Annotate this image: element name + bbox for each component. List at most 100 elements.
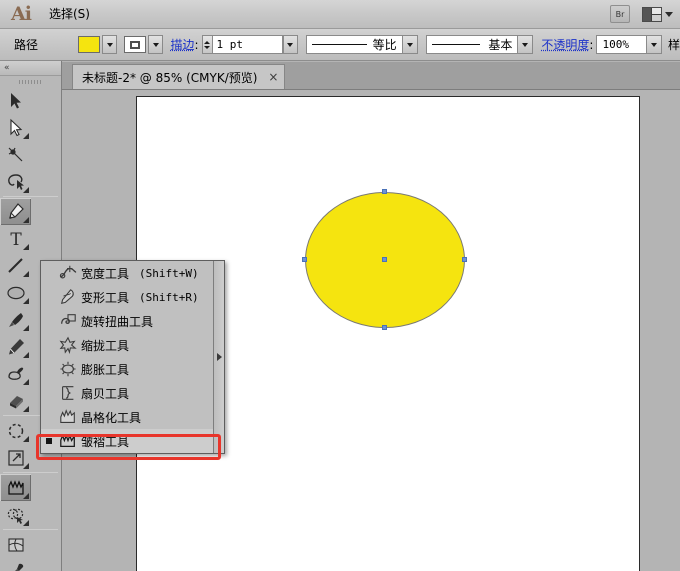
stroke-profile-dropdown[interactable] [401, 36, 417, 53]
flyout-item-label: 宽度工具 [81, 266, 130, 281]
stroke-weight-control[interactable]: 1 pt [201, 35, 298, 54]
bloat-tool-icon [55, 360, 81, 378]
chevron-down-icon [665, 11, 673, 17]
document-tab-bar: 未标题-2* @ 85% (CMYK/预览) × [62, 62, 680, 90]
scale-tool[interactable] [0, 444, 31, 471]
eraser-tool[interactable] [0, 387, 31, 414]
control-bar: 路径 描边 : 1 pt 等比 基本 不透明度: 100% 样 [0, 29, 680, 61]
blob-brush-tool[interactable] [0, 360, 31, 387]
flyout-pucker-tool[interactable]: 缩拢工具 [41, 333, 224, 357]
chevron-down-icon [152, 42, 159, 47]
ellipse-tool[interactable] [0, 279, 31, 306]
tool-flyout-indicator-icon [23, 325, 29, 331]
stroke-swatch-group[interactable] [124, 35, 164, 54]
svg-text:T: T [10, 230, 22, 249]
tool-flyout-indicator-icon [23, 493, 29, 499]
close-icon[interactable]: × [268, 70, 278, 84]
opacity-label[interactable]: 不透明度 [541, 36, 589, 53]
selection-tool[interactable] [0, 87, 31, 114]
lasso-tool[interactable] [0, 168, 31, 195]
brush-dropdown[interactable] [517, 36, 533, 53]
flyout-item-label: 晶格化工具 [81, 410, 142, 425]
stroke-weight-dropdown[interactable] [282, 35, 298, 54]
tool-flyout-indicator-icon [23, 217, 29, 223]
flyout-item-label: 变形工具 [81, 290, 130, 305]
chevron-down-icon [406, 42, 413, 47]
active-tool-bullet-icon [43, 438, 55, 444]
flyout-twirl-tool[interactable]: 旋转扭曲工具 [41, 309, 224, 333]
workspace-icon [642, 6, 662, 22]
shape-builder-tool[interactable] [0, 501, 31, 528]
brush-definition-combo[interactable]: 基本 [425, 35, 534, 54]
flyout-scallop-tool[interactable]: 扇贝工具 [41, 381, 224, 405]
flyout-item-label: 旋转扭曲工具 [81, 314, 154, 329]
tool-flyout-indicator-icon [23, 379, 29, 385]
tool-flyout-indicator-icon [23, 133, 29, 139]
magic-wand-tool[interactable] [0, 141, 31, 168]
workspace-switcher[interactable] [642, 6, 673, 22]
bridge-icon[interactable]: Br [610, 5, 630, 23]
document-tab-title: 未标题-2* @ 85% (CMYK/预览) [82, 70, 258, 85]
stroke-profile-value: 等比 [372, 38, 397, 52]
menu-select[interactable]: 选择(S) [42, 0, 101, 29]
stroke-profile-combo[interactable]: 等比 [305, 35, 418, 54]
stroke-dropdown-button[interactable] [148, 35, 164, 54]
flyout-width-tool[interactable]: 宽度工具 (Shift+W) [41, 261, 224, 285]
stroke-weight-label[interactable]: 描边 [170, 36, 194, 53]
stroke-weight-stepper[interactable] [201, 35, 213, 54]
profile-line-icon [311, 44, 367, 45]
flyout-warp-tool[interactable]: 变形工具 (Shift+R) [41, 285, 224, 309]
width-tool-icon [55, 264, 81, 282]
tool-flyout-indicator-icon [23, 520, 29, 526]
wrinkle-tool-icon [55, 432, 81, 450]
selection-type-label: 路径 [14, 38, 39, 52]
style-label: 样 [668, 38, 680, 52]
flyout-crystallize-tool[interactable]: 晶格化工具 [41, 405, 224, 429]
chevron-down-icon [106, 42, 113, 47]
line-segment-tool[interactable] [0, 252, 31, 279]
tools-panel-collapse-button[interactable]: « [0, 61, 61, 76]
flyout-rows: 宽度工具 (Shift+W) 变形工具 (Shift+R) 旋转扭曲工具缩拢工具膨胀工具… [41, 261, 224, 453]
scallop-tool-icon [55, 384, 81, 402]
stroke-weight-value[interactable]: 1 pt [212, 35, 283, 54]
pen-tool[interactable] [0, 198, 31, 225]
opacity-combo[interactable]: 100% [596, 35, 662, 54]
flyout-bloat-tool[interactable]: 膨胀工具 [41, 357, 224, 381]
wrinkle-tool[interactable] [0, 474, 31, 501]
opacity-value[interactable]: 100% [597, 36, 646, 53]
stroke-profile-value-wrap: 等比 [307, 36, 402, 53]
direct-selection-tool[interactable] [0, 114, 31, 141]
paintbrush-tool[interactable] [0, 306, 31, 333]
fill-swatch-group[interactable] [78, 35, 118, 54]
anchor-point-center [382, 257, 387, 262]
opacity-dropdown[interactable] [646, 36, 661, 53]
flyout-item-label: 皱褶工具 [81, 434, 130, 449]
liquify-tools-flyout-menu[interactable]: 宽度工具 (Shift+W) 变形工具 (Shift+R) 旋转扭曲工具缩拢工具膨胀工具… [40, 260, 225, 454]
tools-panel-drag-handle[interactable] [0, 76, 61, 87]
double-chevron-left-icon: « [4, 62, 9, 73]
tool-group-mesh [0, 531, 61, 571]
type-tool[interactable]: T [0, 225, 31, 252]
anchor-point-top [382, 189, 387, 194]
twirl-tool-icon [55, 312, 81, 330]
tool-group-liquify [0, 474, 61, 528]
opacity-label-colon: : [589, 37, 594, 52]
tool-flyout-indicator-icon [23, 187, 29, 193]
pencil-tool[interactable] [0, 333, 31, 360]
chevron-down-icon [287, 42, 293, 47]
stroke-color-swatch[interactable] [124, 36, 147, 53]
tool-flyout-indicator-icon [23, 352, 29, 358]
flyout-wrinkle-tool[interactable]: 皱褶工具 [41, 429, 224, 453]
eyedropper-tool[interactable] [0, 558, 31, 571]
anchor-point-right [462, 257, 467, 262]
crystallize-tool-icon [55, 408, 81, 426]
gradient-mesh-tool[interactable] [0, 531, 31, 558]
flyout-item-label: 扇贝工具 [81, 386, 130, 401]
flyout-item-label: 膨胀工具 [81, 362, 130, 377]
illustrator-window: Ai 文件(F)编辑(E)对象(O)文字(T)选择(S)效果(C)视图(V)窗口… [0, 0, 680, 571]
document-tab[interactable]: 未标题-2* @ 85% (CMYK/预览) × [72, 64, 286, 89]
flyout-tearoff-strip[interactable] [213, 261, 224, 453]
rotate-tool[interactable] [0, 417, 31, 444]
fill-dropdown-button[interactable] [102, 35, 118, 54]
fill-color-swatch[interactable] [78, 36, 101, 53]
